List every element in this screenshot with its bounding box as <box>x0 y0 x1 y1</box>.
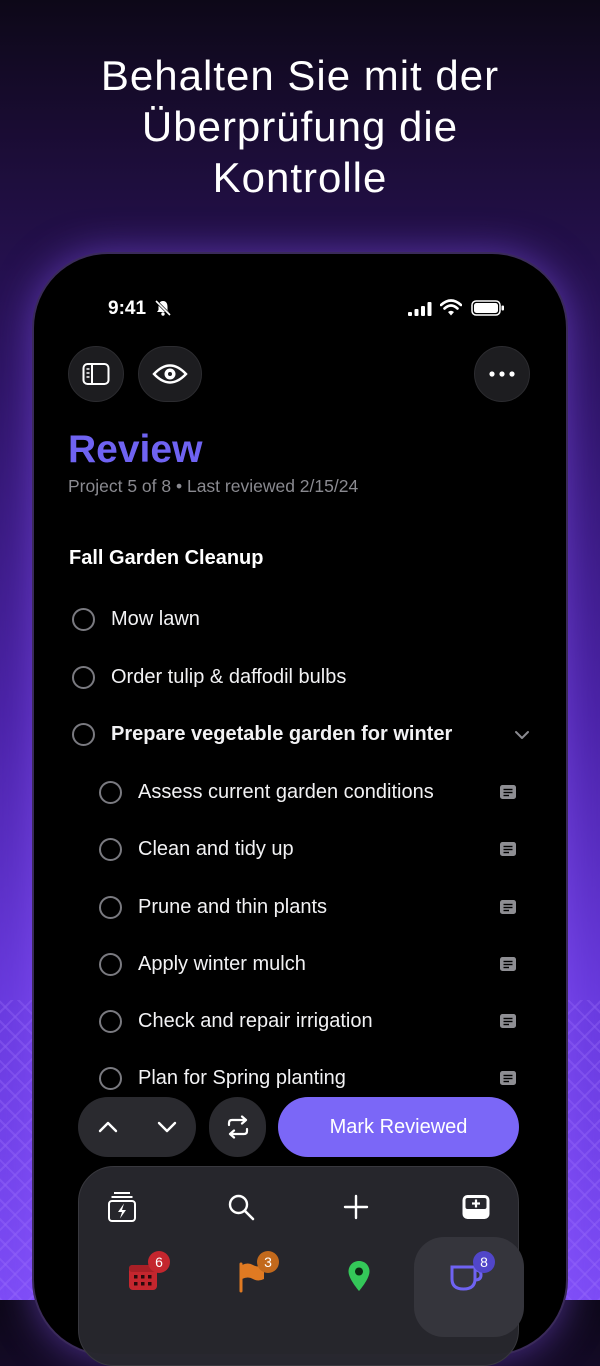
subtask-row[interactable]: Prune and thin plants <box>99 887 327 927</box>
battery-icon <box>471 300 504 316</box>
quick-entry-button[interactable] <box>106 1191 138 1223</box>
task-checkbox[interactable] <box>99 895 122 919</box>
task-checkbox[interactable] <box>72 722 95 746</box>
task-checkbox[interactable] <box>99 780 122 804</box>
headline-line-2: Überprüfung die <box>141 103 459 150</box>
review-subtitle: Project 5 of 8 • Last reviewed 2/15/24 <box>68 476 359 496</box>
sidebar-button[interactable] <box>68 346 124 402</box>
bell-slash-icon <box>154 299 172 317</box>
chevron-down-icon[interactable] <box>156 1120 178 1134</box>
note-icon <box>500 842 516 856</box>
plus-icon <box>343 1194 369 1220</box>
task-label: Mow lawn <box>111 607 200 630</box>
task-checkbox[interactable] <box>72 607 95 631</box>
task-label: Assess current garden conditions <box>138 780 434 803</box>
search-icon <box>228 1194 255 1221</box>
task-checkbox[interactable] <box>99 1009 122 1033</box>
review-interval-button[interactable] <box>209 1097 266 1157</box>
task-group-row[interactable]: Prepare vegetable garden for winter <box>72 714 452 754</box>
mark-reviewed-button[interactable]: Mark Reviewed <box>278 1097 519 1157</box>
task-checkbox[interactable] <box>99 952 122 976</box>
add-button[interactable] <box>340 1191 372 1223</box>
cellular-signal-icon <box>408 302 432 316</box>
subtask-row[interactable]: Check and repair irrigation <box>99 1001 373 1041</box>
more-button[interactable] <box>474 346 530 402</box>
subtask-row[interactable]: Assess current garden conditions <box>99 772 434 812</box>
task-label: Check and repair irrigation <box>138 1009 373 1032</box>
task-row[interactable]: Order tulip & daffodil bulbs <box>72 657 346 697</box>
inbox-button[interactable] <box>460 1191 492 1223</box>
note-icon <box>500 1014 516 1028</box>
location-pin-icon <box>348 1261 370 1291</box>
note-icon <box>500 1071 516 1085</box>
wifi-icon <box>440 299 462 316</box>
subtask-row[interactable]: Apply winter mulch <box>99 944 306 984</box>
page-title: Review <box>68 428 203 471</box>
status-time: 9:41 <box>108 298 147 319</box>
headline-line-1: Behalten Sie mit der <box>100 52 500 99</box>
repeat-icon <box>227 1115 248 1139</box>
task-checkbox[interactable] <box>72 665 95 689</box>
marketing-headline: Behalten Sie mit der Überprüfung die Kon… <box>0 50 600 203</box>
task-label: Order tulip & daffodil bulbs <box>111 665 347 688</box>
view-options-button[interactable] <box>138 346 202 402</box>
headline-line-3: Kontrolle <box>212 154 388 201</box>
task-checkbox[interactable] <box>99 837 122 861</box>
quick-entry-icon <box>108 1192 136 1222</box>
subtask-row[interactable]: Clean and tidy up <box>99 829 294 869</box>
inbox-icon <box>462 1195 490 1219</box>
sidebar-icon <box>82 363 110 385</box>
ellipsis-icon <box>489 371 515 377</box>
forecast-badge: 6 <box>148 1251 170 1273</box>
flagged-badge: 3 <box>257 1251 279 1273</box>
task-label: Clean and tidy up <box>138 837 294 860</box>
task-checkbox[interactable] <box>99 1066 122 1090</box>
search-button[interactable] <box>225 1191 257 1223</box>
task-label: Prune and thin plants <box>138 895 328 918</box>
note-icon <box>500 900 516 914</box>
task-label: Plan for Spring planting <box>138 1066 346 1089</box>
note-icon <box>500 957 516 971</box>
bottom-toolbar: 6 3 8 <box>78 1166 524 1366</box>
review-badge: 8 <box>473 1251 495 1273</box>
task-row[interactable]: Mow lawn <box>72 599 200 639</box>
chevron-down-icon[interactable] <box>514 730 530 740</box>
task-label: Apply winter mulch <box>138 952 306 975</box>
project-navigation <box>78 1097 196 1157</box>
note-icon <box>500 785 516 799</box>
project-name[interactable]: Fall Garden Cleanup <box>69 547 263 570</box>
chevron-up-icon[interactable] <box>97 1120 119 1134</box>
eye-icon <box>152 364 188 384</box>
task-group-label: Prepare vegetable garden for winter <box>111 722 453 745</box>
tab-nearby[interactable] <box>342 1259 376 1293</box>
subtask-row[interactable]: Plan for Spring planting <box>99 1058 346 1098</box>
